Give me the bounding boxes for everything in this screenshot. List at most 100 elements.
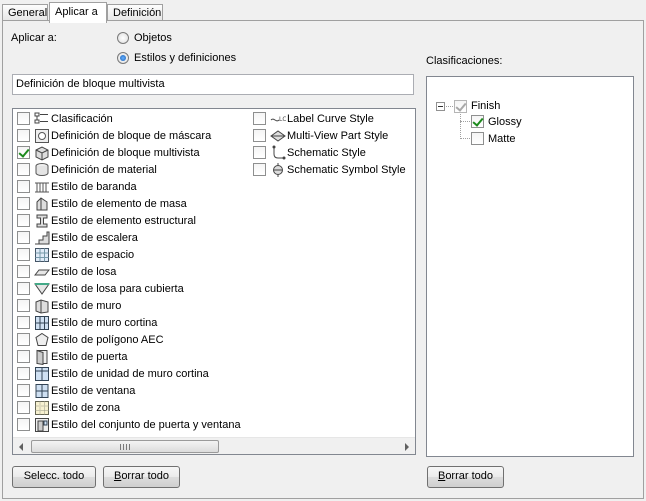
list-item-checkbox[interactable] xyxy=(17,146,30,159)
tree-line xyxy=(460,121,470,122)
list-item-label: Estilo de baranda xyxy=(51,181,137,193)
arrow-left-icon xyxy=(19,443,23,451)
list-item[interactable]: Estilo de polígono AEC xyxy=(17,332,257,348)
list-item[interactable]: Definición de bloque multivista xyxy=(17,145,257,161)
list-item-checkbox[interactable] xyxy=(17,350,30,363)
list-item-checkbox[interactable] xyxy=(17,401,30,414)
list-item[interactable]: Estilo de muro cortina xyxy=(17,315,257,331)
finish-checkbox[interactable] xyxy=(454,100,467,113)
list-item[interactable]: Estilo de elemento estructural xyxy=(17,213,257,229)
collapse-icon[interactable] xyxy=(436,102,445,111)
list-item[interactable]: Multi-View Part Style xyxy=(253,128,413,144)
label-curve-icon: LC xyxy=(270,111,286,127)
clear-all-button[interactable]: Borrar todo xyxy=(103,466,180,488)
curtain-wall-unit-icon xyxy=(34,366,50,382)
scroll-left-button[interactable] xyxy=(13,438,30,454)
list-item-checkbox[interactable] xyxy=(17,214,30,227)
classifications-tree[interactable]: Finish Glossy Matte xyxy=(426,76,634,457)
list-item-checkbox[interactable] xyxy=(17,180,30,193)
list-item-checkbox[interactable] xyxy=(17,248,30,261)
clear-all-classifications-button[interactable]: Borrar todo xyxy=(427,466,504,488)
list-item-checkbox[interactable] xyxy=(17,197,30,210)
clear-all-label: orrar todo xyxy=(121,470,170,482)
list-item-checkbox[interactable] xyxy=(17,418,30,431)
list-item-label: Definición de bloque multivista xyxy=(51,147,200,159)
tab-definition[interactable]: Definición xyxy=(107,4,163,21)
arrow-right-icon xyxy=(405,443,409,451)
list-item-checkbox[interactable] xyxy=(17,129,30,142)
list-item-checkbox[interactable] xyxy=(253,129,266,142)
list-item-checkbox[interactable] xyxy=(17,316,30,329)
structural-member-icon xyxy=(34,213,50,229)
list-item[interactable]: Definición de bloque de máscara xyxy=(17,128,257,144)
select-all-suffix: todo xyxy=(59,470,85,482)
space-icon xyxy=(34,247,50,263)
list-item-label: Estilo de losa xyxy=(51,266,117,278)
list-item[interactable]: Estilo de zona xyxy=(17,400,257,416)
list-item[interactable]: Estilo de escalera xyxy=(17,230,257,246)
list-item-checkbox[interactable] xyxy=(253,146,266,159)
list-item[interactable]: Schematic Style xyxy=(253,145,413,161)
list-item-label: Definición de bloque de máscara xyxy=(51,130,212,142)
glossy-checkbox[interactable] xyxy=(471,115,484,128)
list-item[interactable]: Estilo de elemento de masa xyxy=(17,196,257,212)
list-item-checkbox[interactable] xyxy=(253,163,266,176)
radio-styles-definitions-circle[interactable] xyxy=(117,52,129,64)
tab-apply-to[interactable]: Aplicar a xyxy=(49,2,107,23)
list-item-checkbox[interactable] xyxy=(253,112,266,125)
radio-objects-circle[interactable] xyxy=(117,32,129,44)
list-item-label: Estilo de unidad de muro cortina xyxy=(51,368,209,380)
list-item-label: Multi-View Part Style xyxy=(287,130,389,142)
mass-element-icon xyxy=(34,196,50,212)
list-item[interactable]: Estilo de unidad de muro cortina xyxy=(17,366,257,382)
list-item-checkbox[interactable] xyxy=(17,163,30,176)
list-item-label: Estilo de elemento de masa xyxy=(51,198,187,210)
list-item[interactable]: Estilo de espacio xyxy=(17,247,257,263)
list-item-label: Estilo de escalera xyxy=(51,232,138,244)
list-item-label: Estilo de polígono AEC xyxy=(51,334,164,346)
list-item-checkbox[interactable] xyxy=(17,112,30,125)
list-item[interactable]: Schematic Symbol Style xyxy=(253,162,413,178)
matte-checkbox[interactable] xyxy=(471,132,484,145)
list-item[interactable]: Estilo de baranda xyxy=(17,179,257,195)
stair-icon xyxy=(34,230,50,246)
tree-item-matte[interactable]: Matte xyxy=(488,133,516,145)
list-item-checkbox[interactable] xyxy=(17,384,30,397)
tab-general[interactable]: General xyxy=(2,4,48,21)
material-icon xyxy=(34,162,50,178)
scroll-grip-icon xyxy=(120,444,130,450)
tree-item-finish[interactable]: Finish xyxy=(471,100,500,112)
list-item-checkbox[interactable] xyxy=(17,282,30,295)
tree-item-glossy[interactable]: Glossy xyxy=(488,116,522,128)
list-item-label: Schematic Style xyxy=(287,147,366,159)
zone-icon xyxy=(34,400,50,416)
list-item[interactable]: Estilo de muro xyxy=(17,298,257,314)
list-item[interactable]: Clasificación xyxy=(17,111,257,127)
multiview-part-icon xyxy=(270,128,286,144)
scroll-thumb[interactable] xyxy=(31,440,219,453)
list-item-checkbox[interactable] xyxy=(17,299,30,312)
radio-styles-definitions[interactable]: Estilos y definiciones xyxy=(117,52,277,66)
scroll-right-button[interactable] xyxy=(398,438,415,454)
list-item[interactable]: Estilo de puerta xyxy=(17,349,257,365)
list-item-label: Estilo de losa para cubierta xyxy=(51,283,184,295)
list-item[interactable]: Estilo de ventana xyxy=(17,383,257,399)
list-item[interactable]: Estilo de losa xyxy=(17,264,257,280)
list-item[interactable]: Estilo de losa para cubierta xyxy=(17,281,257,297)
tab-apply-to-label: Aplicar a xyxy=(55,6,98,18)
list-item-checkbox[interactable] xyxy=(17,231,30,244)
tab-definition-label: Definición xyxy=(113,7,162,19)
selected-definition-field[interactable]: Definición de bloque multivista xyxy=(12,74,414,95)
select-all-button[interactable]: Selecc. todo xyxy=(12,466,96,488)
railing-icon xyxy=(34,179,50,195)
radio-styles-definitions-label: Estilos y definiciones xyxy=(134,52,237,64)
list-item[interactable]: LC Label Curve Style xyxy=(253,111,413,127)
list-item[interactable]: Definición de material xyxy=(17,162,257,178)
list-item[interactable]: Estilo del conjunto de puerta y ventana xyxy=(17,417,257,433)
style-checklist[interactable]: Clasificación Definición de bloque de más… xyxy=(12,108,416,455)
list-item-checkbox[interactable] xyxy=(17,367,30,380)
list-item-checkbox[interactable] xyxy=(17,265,30,278)
horizontal-scrollbar[interactable] xyxy=(13,437,415,454)
list-item-checkbox[interactable] xyxy=(17,333,30,346)
radio-objects[interactable]: Objetos xyxy=(117,32,217,46)
